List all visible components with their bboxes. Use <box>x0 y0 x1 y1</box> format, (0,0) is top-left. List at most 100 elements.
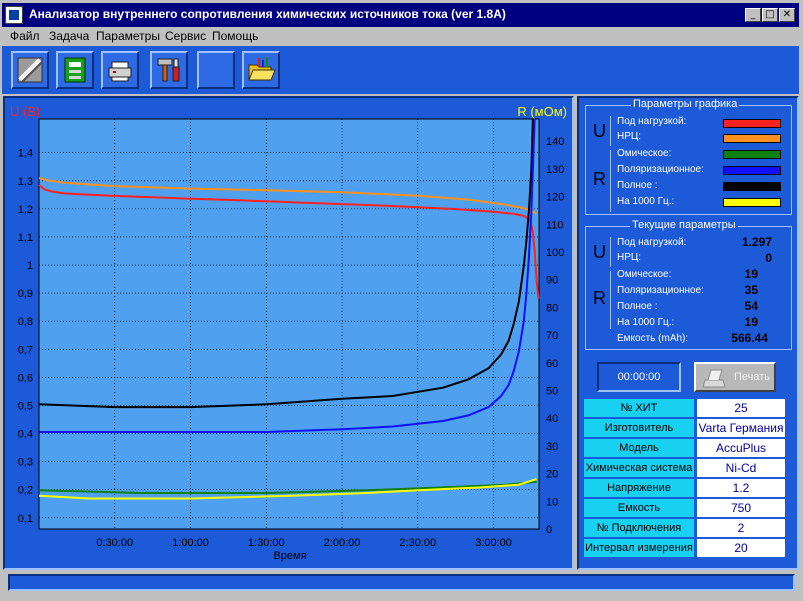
y2-tick-label: 80 <box>546 302 558 314</box>
open-folder-icon <box>248 57 276 81</box>
current-r-bracket <box>610 271 611 329</box>
menu-file[interactable]: Файл <box>10 29 40 43</box>
info-value-model[interactable]: AccuPlus <box>697 439 785 457</box>
x-tick-label: 3:00:00 <box>475 537 512 549</box>
maximize-button[interactable]: □ <box>762 8 778 22</box>
info-value-voltage[interactable]: 1.2 <box>697 479 785 497</box>
graph-params-title: Параметры графика <box>631 98 740 110</box>
current-r-total-value: 54 <box>744 299 758 313</box>
circuit-board-button[interactable] <box>56 51 94 89</box>
info-label-voltage: Напряжение <box>584 479 694 497</box>
capacity-label: Емкость (mAh): <box>617 333 689 344</box>
y2-tick-label: 60 <box>546 358 558 370</box>
menu-parameters[interactable]: Параметры <box>96 29 160 43</box>
blank-tool-button[interactable] <box>197 51 235 89</box>
print-button-label: Печать <box>734 371 771 383</box>
y1-tick-label: 0,6 <box>18 372 33 384</box>
app-icon <box>5 6 23 24</box>
info-value-chemistry[interactable]: Ni-Cd <box>697 459 785 477</box>
x-tick-label: 0:30:00 <box>96 537 133 549</box>
y1-axis-label: U (В) <box>10 104 40 119</box>
y1-tick-label: 1,3 <box>18 176 33 188</box>
blank-tool-icon <box>199 53 233 87</box>
current-r-polar-value: 35 <box>744 283 758 297</box>
info-value-capacity[interactable]: 750 <box>697 499 785 517</box>
y1-tick-label: 1,1 <box>18 232 33 244</box>
tools-button[interactable] <box>150 51 188 89</box>
y1-tick-label: 0,2 <box>18 485 33 497</box>
y2-tick-label: 110 <box>546 219 564 231</box>
color-swatch-r-ohmic[interactable] <box>723 150 781 159</box>
current-r-1khz-label: На 1000 Гц.: <box>617 317 675 328</box>
printer-setup-button[interactable] <box>101 51 139 89</box>
window-title: Анализатор внутреннего сопротивления хим… <box>29 7 506 21</box>
x-tick-label: 1:30:00 <box>248 537 285 549</box>
current-u-load-value: 1.297 <box>741 235 772 249</box>
printer-setup-icon <box>108 61 132 82</box>
y2-tick-label: 130 <box>546 164 564 176</box>
current-r-ohmic-value: 19 <box>744 267 758 281</box>
title-bar: Анализатор внутреннего сопротивления хим… <box>2 3 799 27</box>
open-folder-button[interactable] <box>242 51 280 89</box>
graph-r-ohmic-label: Омическое: <box>617 148 672 159</box>
color-swatch-u-ocv[interactable] <box>723 134 781 143</box>
info-value-connection-number[interactable]: 2 <box>697 519 785 537</box>
graph-r-1khz-label: На 1000 Гц.: <box>617 196 675 207</box>
info-label-manufacturer: Изготовитель <box>584 419 694 437</box>
y1-tick-label: 1 <box>27 260 33 272</box>
menu-help[interactable]: Помощь <box>212 29 258 43</box>
info-label-capacity: Емкость <box>584 499 694 517</box>
graph-u-load-label: Под нагрузкой: <box>617 116 687 127</box>
y2-tick-label: 0 <box>546 524 552 536</box>
info-label-interval: Интервал измерения <box>584 539 694 557</box>
y1-tick-label: 0,4 <box>18 429 33 441</box>
y2-tick-label: 50 <box>546 385 558 397</box>
app-window: Анализатор внутреннего сопротивления хим… <box>0 0 803 601</box>
capacity-value: 566.44 <box>731 331 768 345</box>
chart-panel: U (В) R (мОм) 0,1 0,2 0,3 0,4 0,5 0,6 0,7 0,8 0,… <box>3 96 574 570</box>
info-label-model: Модель <box>584 439 694 457</box>
graph-r-bracket <box>610 150 611 212</box>
current-u-ocv-value: 0 <box>765 251 772 265</box>
close-button[interactable]: ✕ <box>779 8 795 22</box>
info-label-cell-number: № ХИТ <box>584 399 694 417</box>
menu-service[interactable]: Сервис <box>165 29 206 43</box>
y2-tick-label: 20 <box>546 469 558 481</box>
battery-tool-button[interactable] <box>11 51 49 89</box>
color-swatch-u-load[interactable] <box>723 119 781 128</box>
current-r-total-label: Полное : <box>617 301 658 312</box>
current-params-u-letter: U <box>593 242 606 262</box>
info-value-interval[interactable]: 20 <box>697 539 785 557</box>
current-u-bracket <box>610 237 611 267</box>
current-r-1khz-value: 19 <box>744 315 758 329</box>
color-swatch-r-total[interactable] <box>723 182 781 191</box>
info-label-chemistry: Химическая система <box>584 459 694 477</box>
tools-icon <box>157 58 180 82</box>
current-params-group: Текущие параметры U R Под нагрузкой: 1.2… <box>585 219 792 350</box>
y2-tick-label: 90 <box>546 275 558 287</box>
color-swatch-r-polar[interactable] <box>723 166 781 175</box>
current-r-ohmic-label: Омическое: <box>617 269 672 280</box>
color-swatch-r-1khz[interactable] <box>723 198 781 207</box>
info-label-connection-number: № Подключения <box>584 519 694 537</box>
y2-axis-label: R (мОм) <box>517 104 567 119</box>
y1-tick-label: 0,7 <box>18 344 33 356</box>
y1-tick-label: 0,1 <box>18 513 33 525</box>
y2-tick-label: 70 <box>546 330 558 342</box>
current-params-r-letter: R <box>593 288 606 308</box>
y1-tick-label: 0,9 <box>18 288 33 300</box>
info-value-cell-number[interactable]: 25 <box>697 399 785 417</box>
graph-params-r-letter: R <box>593 169 606 189</box>
current-params-title: Текущие параметры <box>630 219 738 231</box>
y1-tick-label: 1,4 <box>18 148 33 160</box>
print-button[interactable]: Печать <box>694 362 776 392</box>
y1-tick-label: 1,2 <box>18 204 33 216</box>
circuit-board-icon <box>64 57 86 83</box>
minimize-button[interactable]: _ <box>745 8 761 22</box>
current-u-load-label: Под нагрузкой: <box>617 237 687 248</box>
graph-params-group: Параметры графика U R Под нагрузкой: НРЦ… <box>585 98 792 215</box>
info-value-manufacturer[interactable]: Varta Германия <box>697 419 785 437</box>
menu-task[interactable]: Задача <box>49 29 89 43</box>
y2-tick-label: 30 <box>546 441 558 453</box>
status-bar <box>8 574 795 591</box>
